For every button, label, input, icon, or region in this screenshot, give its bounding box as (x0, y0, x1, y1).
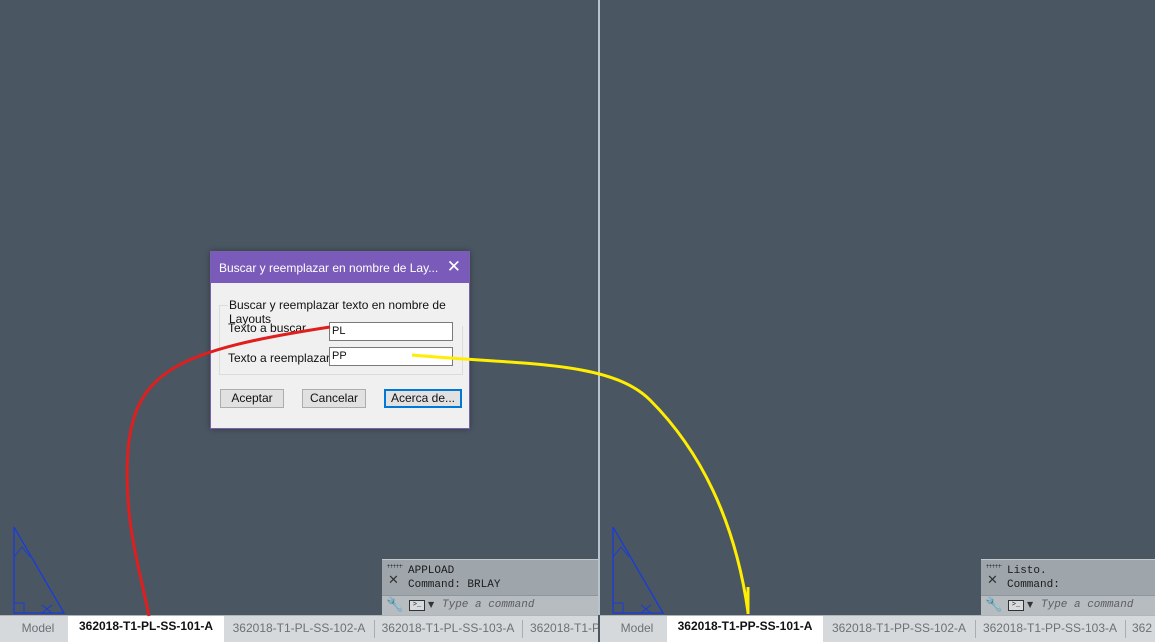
grip-handle-icon[interactable] (387, 564, 403, 568)
dialog-titlebar[interactable]: Buscar y reemplazar en nombre de Lay... … (211, 252, 469, 283)
tab-layout-active[interactable]: 362018-T1-PP-SS-101-A (667, 616, 823, 642)
find-replace-dialog: Buscar y reemplazar en nombre de Lay... … (210, 251, 470, 429)
tab-layout[interactable]: 362018-T1-PP-SS-102-A (825, 616, 973, 642)
close-icon[interactable]: ✕ (447, 257, 461, 277)
tab-layout[interactable]: 362018-T1-PL (524, 616, 598, 642)
tab-layout[interactable]: 362 (1127, 616, 1155, 642)
ucs-icon (13, 527, 66, 614)
tab-layout[interactable]: 362018-T1-PL-SS-103-A (376, 616, 520, 642)
command-placeholder: Type a command (1041, 599, 1134, 611)
wrench-icon[interactable]: 🔧 (985, 597, 1002, 613)
command-placeholder: Type a command (442, 599, 535, 611)
tab-model[interactable]: Model (607, 616, 667, 642)
cancel-button[interactable]: Cancelar (302, 389, 366, 408)
command-line-window[interactable]: ✕ APPLOAD Command: BRLAY 🔧 >_ ▼ Type a c… (382, 559, 598, 615)
layout-tab-bar: Model 362018-T1-PL-SS-101-A 362018-T1-PL… (0, 615, 598, 642)
close-icon[interactable]: ✕ (388, 573, 399, 588)
ucs-icon (612, 527, 665, 614)
tab-layout[interactable]: 362018-T1-PL-SS-102-A (226, 616, 372, 642)
command-input[interactable]: 🔧 >_ ▼ Type a command (382, 595, 598, 615)
command-history-line: Listo. (1007, 565, 1047, 577)
command-history-line: Command: (1007, 579, 1060, 591)
wrench-icon[interactable]: 🔧 (386, 597, 403, 613)
command-history-line: APPLOAD (408, 565, 455, 577)
chevron-down-icon[interactable]: ▼ (428, 600, 434, 609)
close-icon[interactable]: ✕ (987, 573, 998, 588)
tab-layout[interactable]: 362018-T1-PP-SS-103-A (977, 616, 1123, 642)
find-input[interactable]: PL (329, 322, 453, 341)
replace-label: Texto a reemplazar (228, 351, 331, 365)
dialog-title: Buscar y reemplazar en nombre de Lay... (219, 261, 439, 275)
command-prompt-icon[interactable]: >_ (409, 600, 425, 611)
tab-layout-active[interactable]: 362018-T1-PL-SS-101-A (68, 616, 224, 642)
tab-model[interactable]: Model (8, 616, 68, 642)
chevron-down-icon[interactable]: ▼ (1027, 600, 1033, 609)
replace-input[interactable]: PP (329, 347, 453, 366)
about-button[interactable]: Acerca de... (384, 389, 462, 408)
command-line-window[interactable]: ✕ Listo. Command: 🔧 >_ ▼ Type a command (981, 559, 1155, 615)
right-viewport[interactable]: ✕ Listo. Command: 🔧 >_ ▼ Type a command … (600, 0, 1155, 642)
command-history-line: Command: BRLAY (408, 579, 501, 591)
command-input[interactable]: 🔧 >_ ▼ Type a command (981, 595, 1155, 615)
layout-tab-bar: Model 362018-T1-PP-SS-101-A 362018-T1-PP… (600, 615, 1155, 642)
find-label: Texto a buscar (228, 321, 307, 335)
grip-handle-icon[interactable] (986, 564, 1002, 568)
command-prompt-icon[interactable]: >_ (1008, 600, 1024, 611)
ok-button[interactable]: Aceptar (220, 389, 284, 408)
